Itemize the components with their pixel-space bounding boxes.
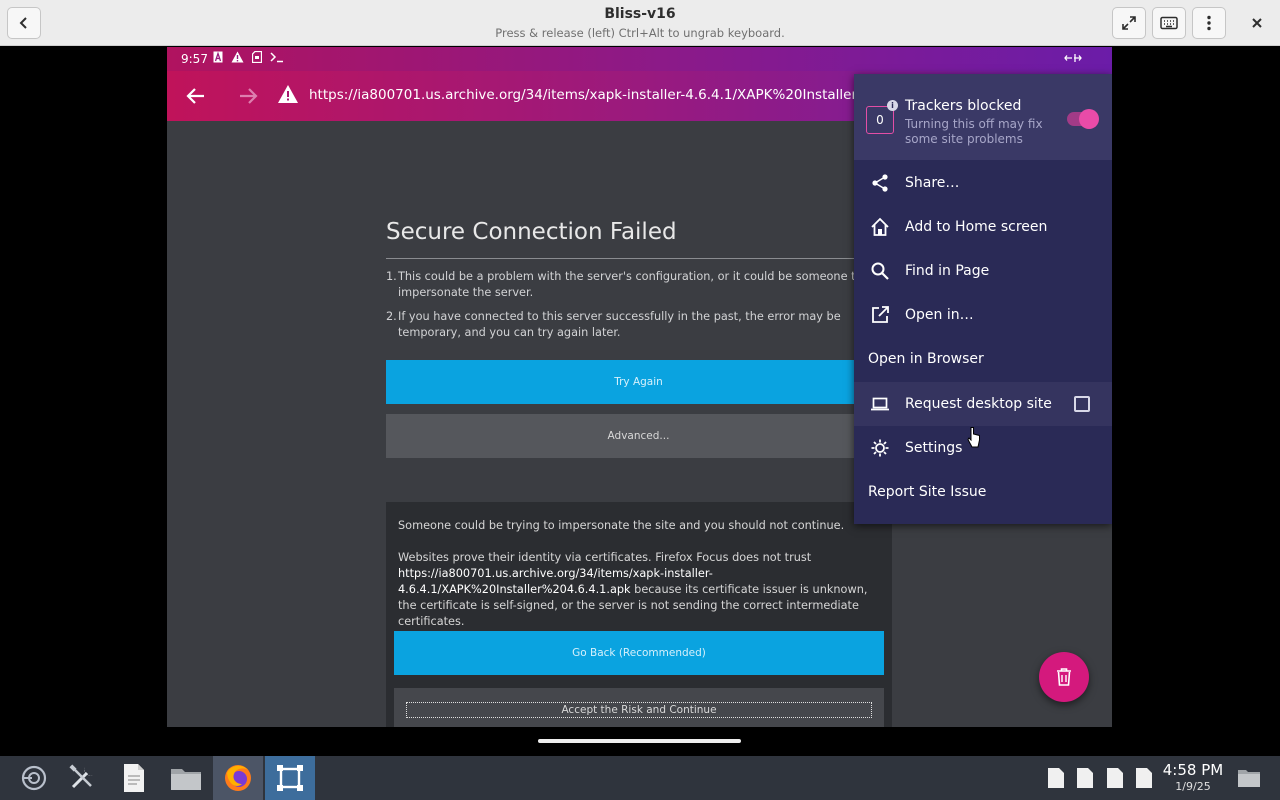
menu-item-open-in[interactable]: Open in…: [854, 293, 1112, 337]
erase-history-fab[interactable]: [1039, 652, 1089, 702]
taskbar-tools-app[interactable]: [58, 756, 106, 800]
app-launcher-button[interactable]: [10, 756, 58, 800]
menu-item-settings[interactable]: Settings: [854, 426, 1112, 470]
menu-item-request-desktop[interactable]: Request desktop site: [854, 382, 1112, 426]
document-icon: [124, 764, 144, 792]
vm-window-icon: [277, 765, 303, 791]
tray-document-icon[interactable]: [1106, 767, 1124, 789]
terminal-icon: [270, 52, 283, 63]
trackers-toggle[interactable]: [1067, 109, 1099, 129]
request-desktop-checkbox[interactable]: [1074, 396, 1090, 412]
error-title: Secure Connection Failed: [386, 219, 677, 245]
taskbar: 4:58 PM 1/9/25: [0, 756, 1280, 800]
tray-document-icon[interactable]: [1076, 767, 1094, 789]
android-screen: 9:57 https://ia800701.us.archive.org/34/…: [167, 47, 1112, 727]
status-time: 9:57: [181, 52, 208, 66]
taskbar-clock-date[interactable]: 1/9/25: [1160, 780, 1226, 793]
gear-icon: [869, 437, 891, 459]
advanced-button[interactable]: Advanced...: [386, 414, 891, 458]
close-icon: [1252, 18, 1262, 28]
folder-icon: [171, 769, 201, 790]
taskbar-clock-time[interactable]: 4:58 PM: [1160, 761, 1226, 779]
arrow-left-icon: [186, 88, 204, 104]
browser-overflow-menu: 0 i Trackers blocked Turning this off ma…: [854, 74, 1112, 524]
warning-icon: [231, 51, 244, 63]
menu-item-open-in-browser[interactable]: Open in Browser: [854, 337, 1112, 381]
window-subtitle: Press & release (left) Ctrl+Alt to ungra…: [495, 26, 785, 40]
advanced-warning-text: Someone could be trying to impersonate t…: [398, 519, 845, 532]
taskbar-file-manager-app[interactable]: [162, 756, 210, 800]
security-warning-button[interactable]: [277, 84, 301, 108]
list-item: 2. If you have connected to this server s…: [386, 310, 841, 339]
show-desktop-folder-icon[interactable]: [1237, 768, 1261, 788]
status-bar: 9:57: [167, 47, 1112, 71]
advanced-details-text: Websites prove their identity via certif…: [398, 551, 868, 628]
menu-item-report-site-issue[interactable]: Report Site Issue: [854, 470, 1112, 514]
share-icon: [869, 172, 891, 194]
keyboard-button[interactable]: [1152, 7, 1186, 39]
accept-risk-container: Accept the Risk and Continue: [394, 688, 884, 727]
taskbar-text-editor-app[interactable]: [110, 756, 158, 800]
taskbar-vm-app[interactable]: [265, 756, 315, 800]
sd-card-icon: [252, 51, 262, 63]
divider: [386, 258, 891, 259]
menu-item-find-in-page[interactable]: Find in Page: [854, 249, 1112, 293]
list-item: 1. This could be a problem with the serve…: [386, 270, 900, 299]
menu-item-share[interactable]: Share…: [854, 161, 1112, 205]
cursor-hand-icon: [967, 427, 980, 448]
status-right-icon: [1064, 52, 1082, 67]
accept-risk-button[interactable]: Accept the Risk and Continue: [406, 702, 872, 718]
error-reasons-list: 1. This could be a problem with the serve…: [386, 269, 906, 349]
trackers-title: Trackers blocked: [905, 98, 1022, 114]
warning-icon: [278, 85, 298, 103]
advanced-panel: Someone could be trying to impersonate t…: [386, 502, 892, 727]
launcher-icon: [21, 765, 47, 791]
window-titlebar: Bliss-v16 Press & release (left) Ctrl+Al…: [0, 0, 1280, 46]
laptop-icon: [869, 393, 891, 415]
tools-icon: [69, 764, 93, 789]
try-again-button[interactable]: Try Again: [386, 360, 891, 404]
tray-document-icon[interactable]: [1135, 767, 1153, 789]
kebab-menu-icon: [1207, 15, 1211, 31]
browser-back-button[interactable]: [183, 83, 209, 109]
taskbar-firefox-app[interactable]: [213, 756, 263, 800]
keyboard-icon: [1160, 16, 1178, 30]
fullscreen-button[interactable]: [1112, 7, 1146, 39]
home-indicator[interactable]: [538, 739, 741, 743]
toggle-knob: [1079, 109, 1099, 129]
close-window-button[interactable]: [1246, 12, 1268, 34]
home-icon: [869, 216, 891, 238]
swap-arrows-icon: [1064, 54, 1082, 62]
go-back-button[interactable]: Go Back (Recommended): [394, 631, 884, 675]
url-text[interactable]: https://ia800701.us.archive.org/34/items…: [309, 87, 913, 103]
trash-icon: [1057, 668, 1071, 686]
search-icon: [869, 260, 891, 282]
more-options-button[interactable]: [1192, 7, 1226, 39]
expand-icon: [1122, 16, 1136, 30]
info-icon: i: [887, 100, 898, 111]
trackers-subtitle: Turning this off may fix some site probl…: [905, 117, 1043, 146]
window-title: Bliss-v16: [604, 6, 676, 22]
tracker-protection-section: 0 i Trackers blocked Turning this off ma…: [854, 74, 1112, 160]
browser-forward-button[interactable]: [235, 83, 261, 109]
arrow-right-icon: [240, 88, 258, 104]
tray-document-icon[interactable]: [1047, 767, 1065, 789]
a-badge-icon: [213, 51, 223, 63]
firefox-icon: [225, 765, 251, 791]
open-external-icon: [869, 304, 891, 326]
menu-item-add-to-home[interactable]: Add to Home screen: [854, 205, 1112, 249]
